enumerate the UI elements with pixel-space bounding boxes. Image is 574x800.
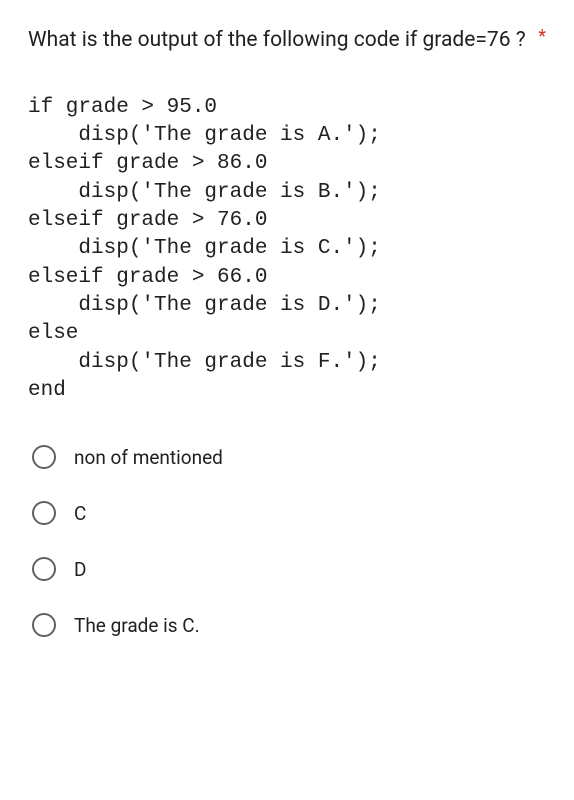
question-header: What is the output of the following code… [28,24,546,58]
option-the-grade-is-c[interactable]: The grade is C. [28,597,546,653]
option-label: C [74,502,86,525]
option-non-of-mentioned[interactable]: non of mentioned [28,429,546,485]
radio-icon [32,445,56,469]
code-block: if grade > 95.0 disp('The grade is A.');… [28,94,546,406]
options-list: non of mentioned C D The grade is C. [28,429,546,653]
option-c[interactable]: C [28,485,546,541]
radio-icon [32,613,56,637]
radio-icon [32,557,56,581]
option-d[interactable]: D [28,541,546,597]
option-label: The grade is C. [74,614,200,637]
required-indicator: * [538,26,546,47]
question-text: What is the output of the following code… [28,24,530,58]
option-label: D [74,558,86,581]
option-label: non of mentioned [74,446,223,469]
radio-icon [32,501,56,525]
